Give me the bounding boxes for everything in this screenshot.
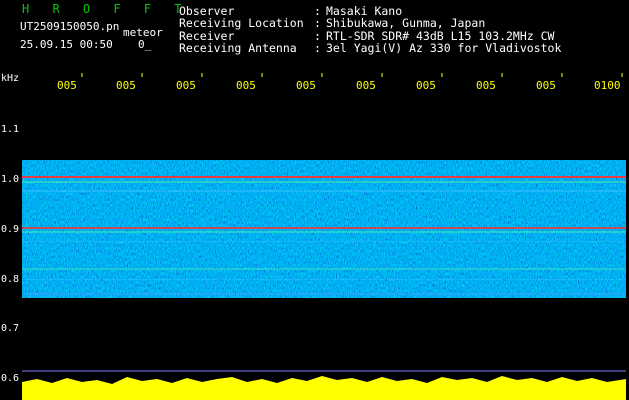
station-info: Observer : Masaki Kano Receiving Locatio… [179, 5, 561, 55]
frequency-unit-label: kHz [1, 73, 20, 84]
title: H R O F F T [22, 2, 190, 16]
time-tick-marks [81, 73, 623, 77]
info-row-antenna: Receiving Antenna : 3el Yagi(V) Az 330 f… [179, 41, 562, 56]
status-flag: 0_ [138, 38, 152, 51]
frequency-tick: 1.0 [1, 174, 20, 185]
frequency-tick: 0.7 [1, 323, 20, 334]
spectrogram [22, 73, 626, 400]
frequency-tick: 1.1 [1, 124, 20, 135]
info-separator: : [314, 41, 321, 56]
frequency-tick: 0.6 [1, 373, 20, 384]
info-row-location: Receiving Location : Shibukawa, Gunma, J… [179, 16, 561, 31]
info-separator: : [314, 16, 321, 31]
info-label: Receiving Location [179, 16, 304, 31]
frequency-tick: 0.8 [1, 274, 20, 285]
info-value: Shibukawa, Gunma, Japan [326, 16, 486, 31]
info-label: Receiving Antenna [179, 41, 297, 56]
frequency-tick: 0.9 [1, 224, 20, 235]
info-value: 3el Yagi(V) Az 330 for Vladivostok [326, 41, 562, 56]
signal-level-trace [22, 376, 626, 400]
file-name: UT2509150050.pn [20, 20, 120, 33]
date-time: 25.09.15 00:50 [20, 38, 113, 51]
